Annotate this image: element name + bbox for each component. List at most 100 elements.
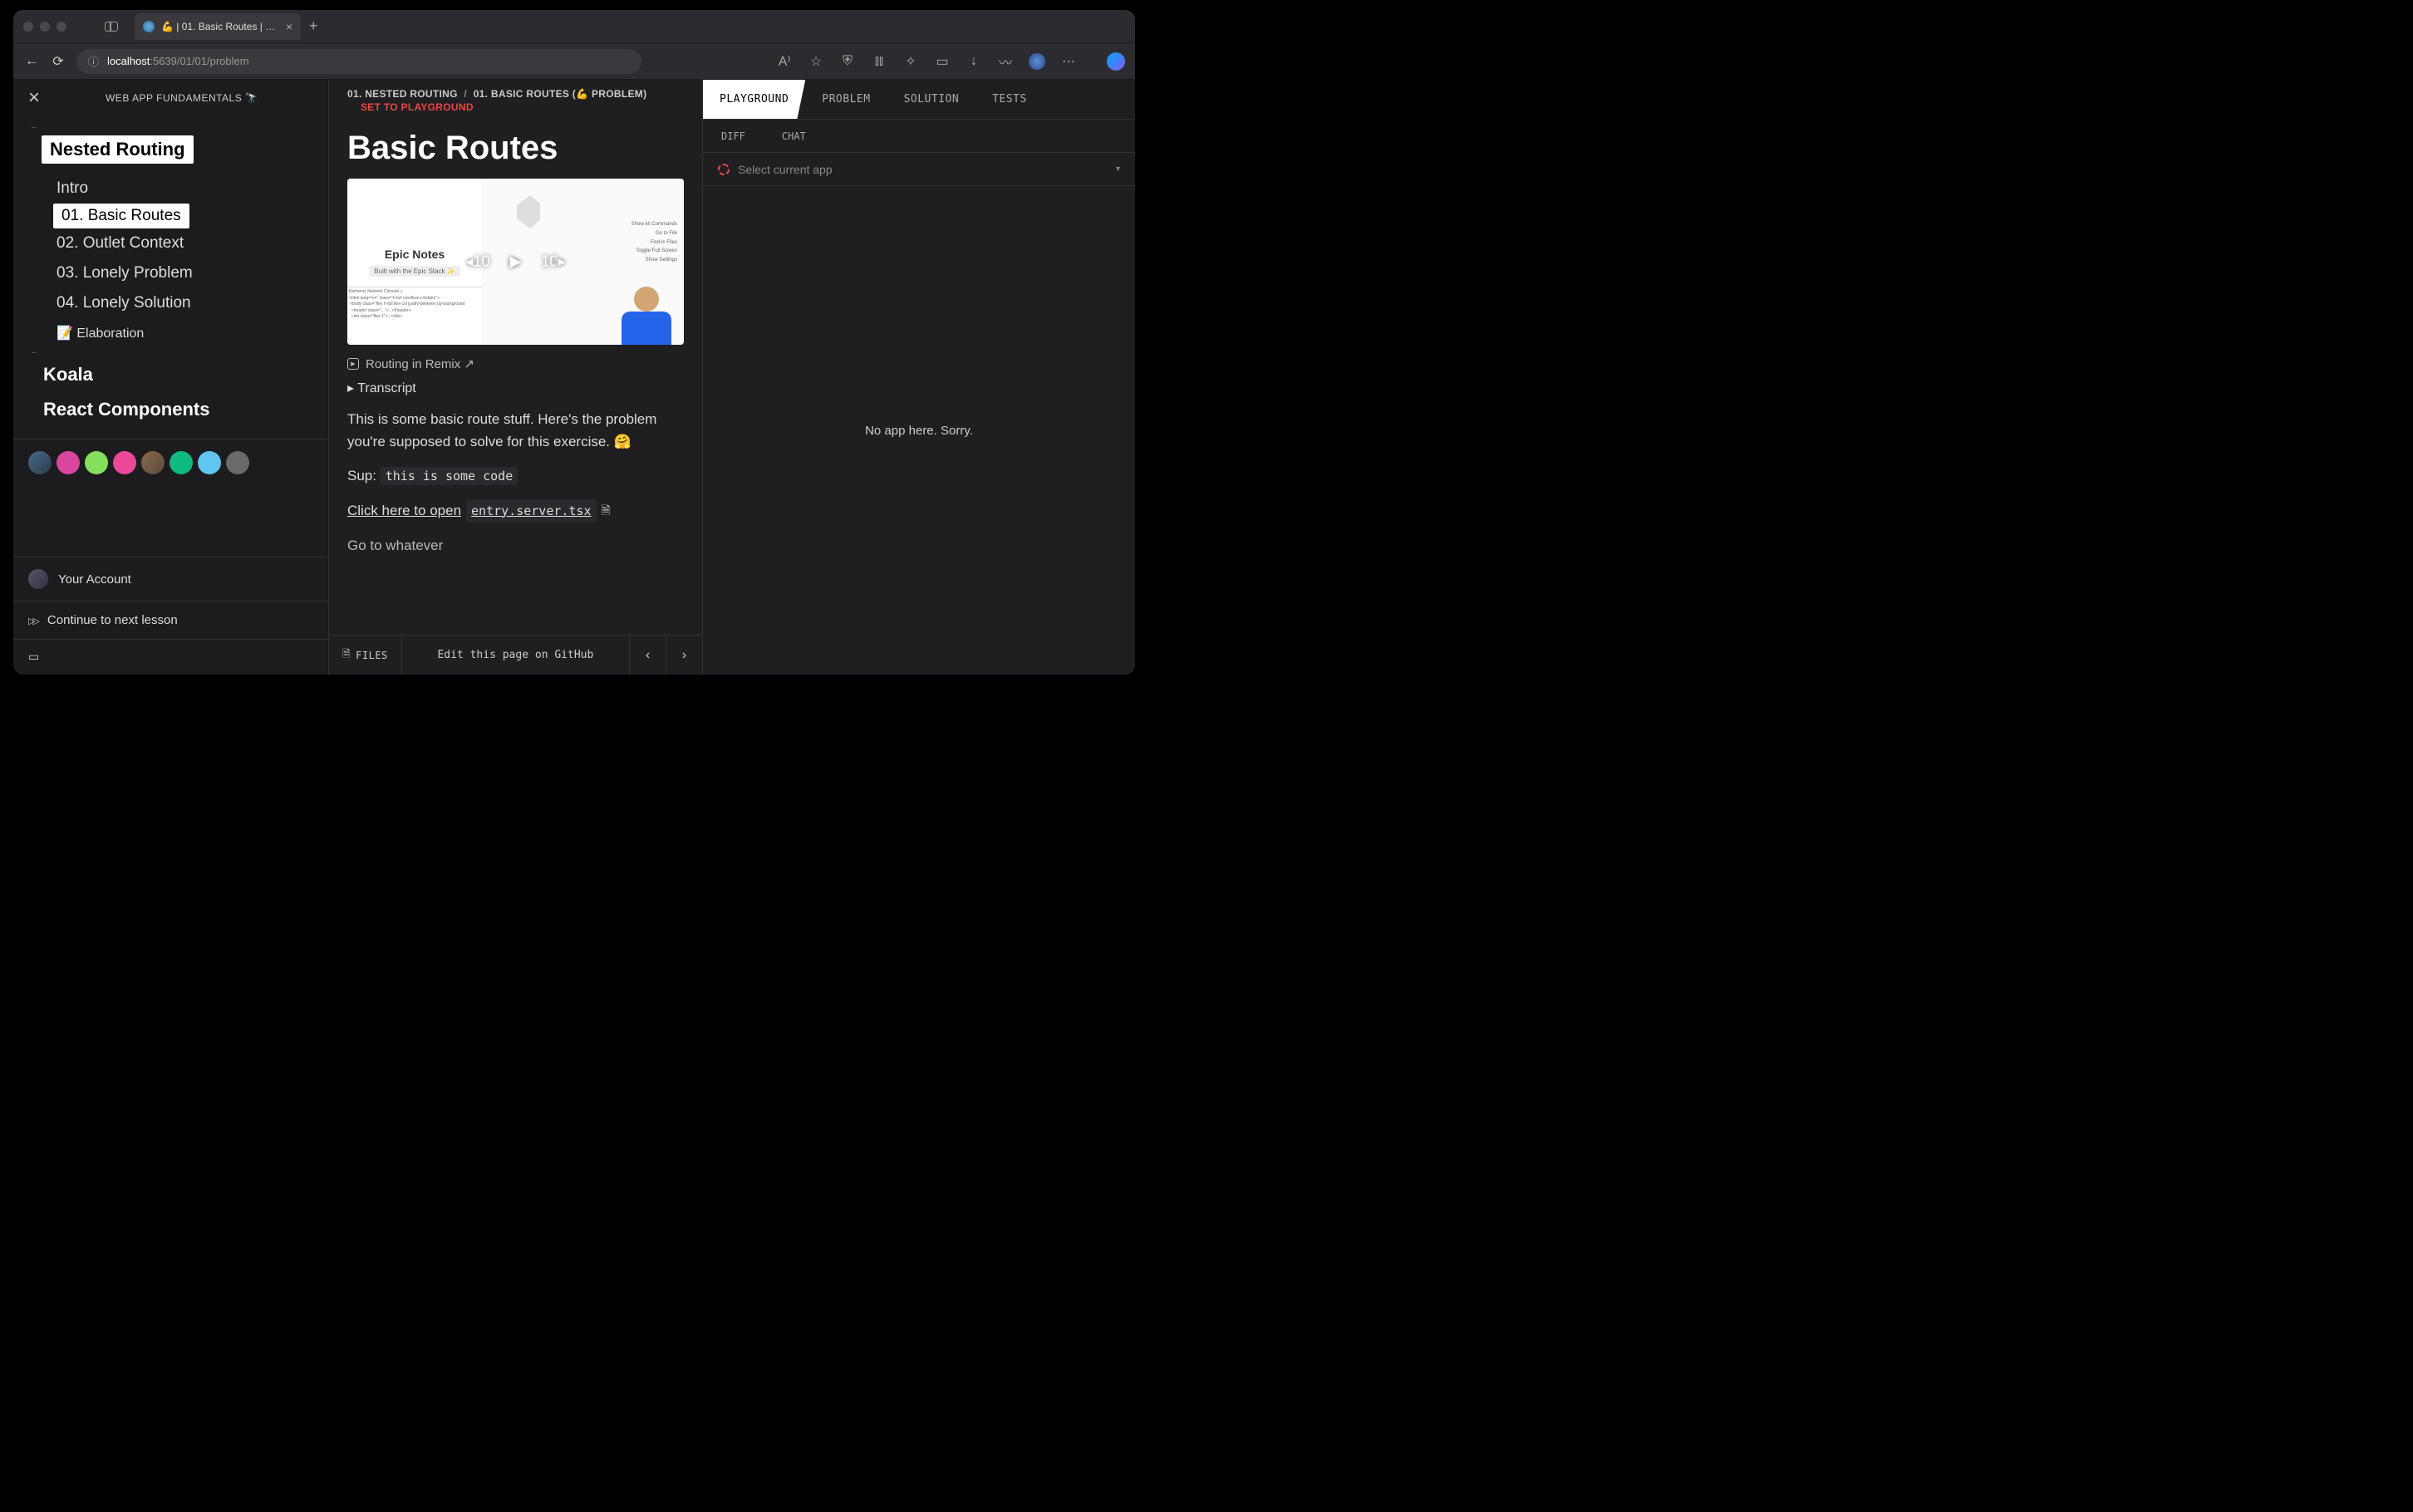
presenter-thumbnail	[617, 287, 676, 345]
extensions-icon[interactable]: ✧	[902, 53, 919, 70]
back-button[interactable]: ←	[23, 53, 40, 70]
app-selector-label: Select current app	[738, 163, 833, 176]
browser-tab[interactable]: 💪 | 01. Basic Routes | 01. Nes... ×	[135, 13, 301, 40]
maximize-window[interactable]	[57, 22, 66, 32]
loading-spinner-icon	[718, 164, 730, 175]
close-tab-icon[interactable]: ×	[286, 20, 292, 33]
tab-solution[interactable]: SOLUTION	[887, 80, 976, 119]
sidebar-item-elaboration[interactable]: 📝 Elaboration	[13, 318, 328, 348]
sub-tabs: DIFF CHAT	[703, 120, 1135, 153]
center-scroll[interactable]: Basic Routes Epic Notes Built with the E…	[329, 121, 702, 635]
open-file-link[interactable]: Click here to open entry.server.tsx 🗎	[347, 499, 684, 523]
minimize-window[interactable]	[40, 22, 50, 32]
favorite-icon[interactable]: ☆	[808, 53, 824, 70]
breadcrumb-exercise[interactable]: 01. NESTED ROUTING	[347, 88, 458, 100]
epic-notes-title: Epic Notes	[385, 248, 445, 261]
page-title: Basic Routes	[347, 130, 684, 167]
browser-window: 💪 | 01. Basic Routes | 01. Nes... × + ← …	[13, 10, 1135, 675]
video-caption-row[interactable]: ▶ Routing in Remix ↗	[347, 356, 684, 371]
next-step-button[interactable]: ›	[666, 636, 702, 675]
tab-tests[interactable]: TESTS	[976, 80, 1044, 119]
app-selector[interactable]: Select current app ▾	[703, 153, 1135, 186]
layout-icon[interactable]: ▭	[28, 650, 39, 663]
addressbar-actions: A⁾ ☆ ⛨ ⫾⫾ ✧ ▭ ↓ 〰 ⋯	[776, 52, 1125, 71]
sidebar-toggle-icon[interactable]	[105, 22, 118, 32]
avatar-5[interactable]	[141, 451, 165, 474]
downloads-icon[interactable]: ↓	[966, 53, 982, 70]
heartbeat-icon[interactable]: 〰	[997, 53, 1014, 70]
titlebar: 💪 | 01. Basic Routes | 01. Nes... × +	[13, 10, 1135, 43]
shield-icon[interactable]: ⛨	[839, 53, 856, 70]
empty-state-text: No app here. Sorry.	[865, 424, 973, 438]
account-row[interactable]: Your Account	[13, 557, 328, 601]
app-title: WEB APP FUNDAMENTALS 🔭	[106, 92, 258, 104]
avatar-8[interactable]	[226, 451, 249, 474]
profile-avatar[interactable]	[1029, 53, 1045, 70]
transcript-toggle[interactable]: Transcript	[347, 380, 684, 396]
sidebar-header: × WEB APP FUNDAMENTALS 🔭	[13, 80, 328, 116]
edit-on-github-link[interactable]: Edit this page on GitHub	[402, 649, 629, 661]
breadcrumb: 01. NESTED ROUTING / 01. BASIC ROUTES (💪…	[329, 80, 702, 100]
seek-forward-button[interactable]: 10▸	[541, 253, 565, 271]
account-label: Your Account	[58, 572, 131, 587]
bing-icon[interactable]	[1107, 52, 1125, 71]
equalizer-icon[interactable]: ⫾⫾	[871, 53, 887, 70]
top-tabs: PLAYGROUND PROBLEM SOLUTION TESTS	[703, 80, 1135, 120]
new-tab-button[interactable]: +	[309, 17, 318, 35]
read-aloud-icon[interactable]: A⁾	[776, 53, 793, 70]
inline-code: this is some code	[381, 467, 518, 485]
sidebar-item-outlet-context[interactable]: 02. Outlet Context	[13, 228, 328, 258]
files-icon: 🗎	[342, 646, 351, 664]
avatar-6[interactable]	[170, 451, 193, 474]
play-square-icon: ▶	[347, 358, 359, 370]
sidebar-section-nested-routing[interactable]: Nested Routing	[42, 135, 194, 164]
sidebar-footer: ▭	[13, 639, 328, 675]
avatar-3[interactable]	[85, 451, 108, 474]
avatar-1[interactable]	[28, 451, 52, 474]
tab-problem[interactable]: PROBLEM	[805, 80, 887, 119]
faces-row	[13, 451, 328, 474]
center-footer: 🗎 FILES Edit this page on GitHub ‹ ›	[329, 635, 702, 675]
sidebar-section-react-components[interactable]: React Components	[13, 392, 328, 427]
sidebar-item-intro[interactable]: Intro	[13, 174, 328, 204]
subtab-diff[interactable]: DIFF	[703, 120, 764, 152]
app-body: × WEB APP FUNDAMENTALS 🔭 – Nested Routin…	[13, 80, 1135, 675]
files-button[interactable]: 🗎 FILES	[329, 636, 402, 675]
continue-row[interactable]: Continue to next lesson	[13, 601, 328, 639]
close-window[interactable]	[23, 22, 33, 32]
sidebar-section-koala[interactable]: Koala	[13, 357, 328, 392]
collapse-marker-2[interactable]: –	[13, 348, 328, 357]
collapse-marker[interactable]: –	[13, 123, 328, 132]
sidebar-item-lonely-solution[interactable]: 04. Lonely Solution	[13, 288, 328, 318]
sidebar-item-basic-routes[interactable]: 01. Basic Routes	[53, 204, 189, 228]
goto-text: Go to whatever	[347, 534, 684, 557]
skip-forward-icon	[28, 613, 37, 627]
seek-back-button[interactable]: ◂10	[466, 253, 490, 271]
refresh-button[interactable]: ⟳	[50, 53, 66, 70]
video-player[interactable]: Epic Notes Built with the Epic Stack ✨ S…	[347, 179, 684, 345]
close-sidebar-icon[interactable]: ×	[28, 86, 41, 110]
vscode-logo-icon	[507, 195, 557, 245]
info-icon[interactable]: ⓘ	[88, 53, 99, 69]
more-icon[interactable]: ⋯	[1060, 53, 1077, 70]
avatar-4[interactable]	[113, 451, 136, 474]
prev-step-button[interactable]: ‹	[629, 636, 666, 675]
avatar-2[interactable]	[57, 451, 80, 474]
favicon-icon	[143, 21, 155, 32]
set-to-playground-link[interactable]: SET TO PLAYGROUND	[329, 100, 702, 121]
file-path-code: entry.server.tsx	[466, 499, 597, 523]
play-button[interactable]: ▶	[510, 253, 522, 271]
subtab-chat[interactable]: CHAT	[764, 120, 824, 152]
url-field[interactable]: ⓘ localhost:5639/01/01/problem	[76, 49, 641, 74]
breadcrumb-step[interactable]: 01. BASIC ROUTES (💪 PROBLEM)	[474, 88, 647, 100]
sidebar-item-lonely-problem[interactable]: 03. Lonely Problem	[13, 258, 328, 288]
user-avatar-icon	[28, 569, 48, 589]
vscode-menu-overlay: Show All Commands Go to File Find in Fil…	[632, 220, 677, 265]
avatar-7[interactable]	[198, 451, 221, 474]
playground-empty: No app here. Sorry.	[703, 186, 1135, 675]
tab-title: 💪 | 01. Basic Routes | 01. Nes...	[161, 21, 279, 32]
video-caption-text: Routing in Remix ↗	[366, 356, 474, 371]
tab-playground[interactable]: PLAYGROUND	[703, 80, 805, 119]
devtools-preview: Elements Network Console »<html lang="en…	[347, 287, 482, 345]
collections-icon[interactable]: ▭	[934, 53, 951, 70]
